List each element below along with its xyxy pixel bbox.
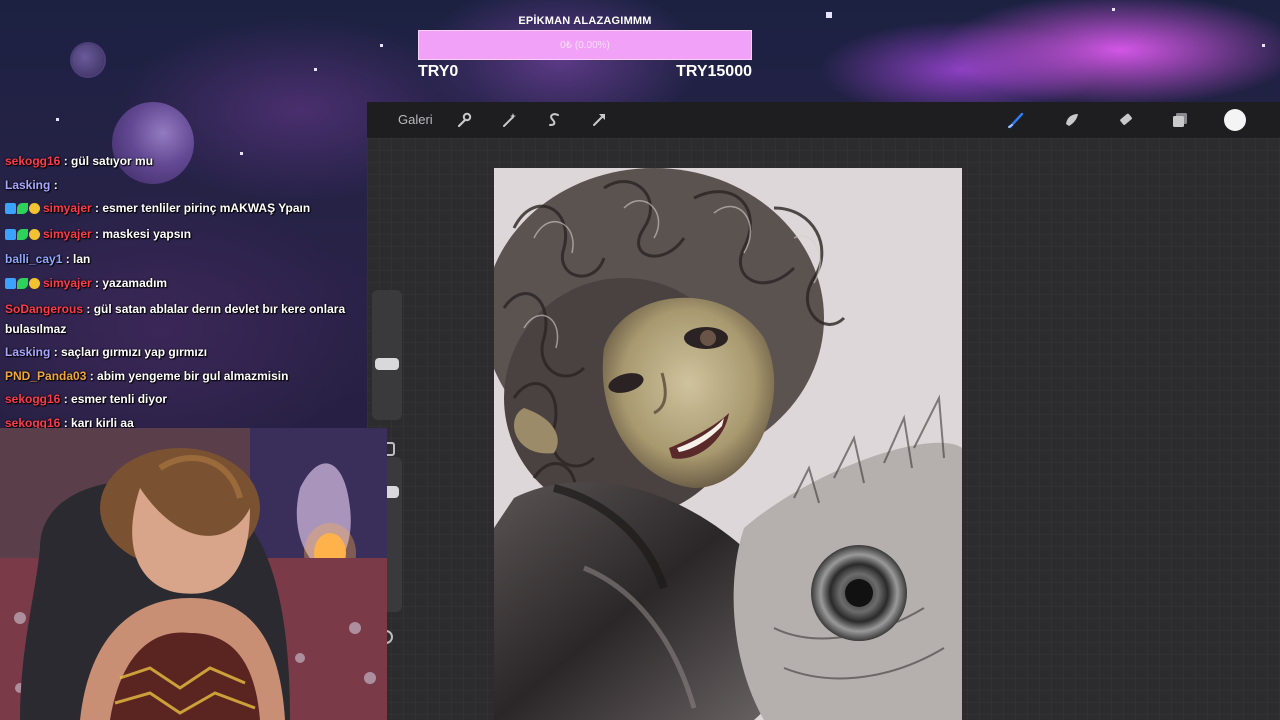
- bits-badge-icon: [29, 203, 40, 214]
- brush-size-slider[interactable]: [372, 290, 402, 420]
- goal-progress-bar: 0₺ (0.00%): [418, 30, 752, 60]
- chat-username[interactable]: Lasking: [5, 178, 50, 192]
- chat-message-text: : lan: [65, 252, 91, 266]
- chat-username[interactable]: sekogg16: [5, 392, 60, 406]
- bits-badge-icon: [29, 277, 40, 289]
- goal-progress-text: 0₺ (0.00%): [560, 40, 610, 51]
- star: [826, 12, 832, 18]
- chat-message: simyajer : yazamadım: [0, 272, 360, 298]
- chat-username[interactable]: PND_Panda03: [5, 369, 86, 383]
- chat-badges: [5, 225, 41, 249]
- chat-message-text: : maskesi yapsın: [95, 226, 192, 241]
- chat-username[interactable]: balli_cay1: [5, 252, 62, 266]
- goal-max-label: TRY15000: [676, 63, 752, 80]
- color-picker-swatch[interactable]: [1224, 109, 1246, 131]
- eraser-icon[interactable]: [1117, 111, 1135, 129]
- webcam-image: [0, 428, 387, 720]
- artwork-canvas[interactable]: [494, 168, 962, 720]
- subscriber-badge-icon: [5, 203, 16, 214]
- bits-badge-icon: [29, 228, 40, 240]
- chat-message-text: :: [53, 177, 58, 192]
- brush-icon[interactable]: [1007, 111, 1025, 129]
- chat-username[interactable]: Lasking: [5, 345, 50, 359]
- brush-size-thumb[interactable]: [375, 358, 399, 371]
- wrench-icon[interactable]: [455, 111, 473, 129]
- chat-username[interactable]: simyajer: [43, 276, 92, 290]
- artwork-illustration: [494, 168, 962, 720]
- gift-badge-icon: [17, 203, 28, 214]
- chat-message: PND_Panda03 : abim yengeme bir gul almaz…: [0, 365, 360, 389]
- chat-badges: [5, 274, 41, 298]
- layers-icon[interactable]: [1171, 111, 1189, 129]
- gallery-button[interactable]: Galeri: [398, 112, 433, 127]
- star: [314, 68, 317, 71]
- chat-username[interactable]: sekogg16: [5, 154, 60, 168]
- subscriber-badge-icon: [5, 277, 16, 289]
- star: [1262, 44, 1265, 47]
- star: [380, 44, 383, 47]
- chat-username[interactable]: simyajer: [43, 201, 92, 215]
- chat-message-text: : esmer tenli diyor: [63, 392, 168, 406]
- chat-message: simyajer : maskesi yapsın: [0, 223, 360, 249]
- chat-message: sekogg16 : gül satıyor mu: [0, 150, 360, 174]
- smudge-icon[interactable]: [1063, 111, 1081, 129]
- chat-message: balli_cay1 : lan: [0, 248, 360, 272]
- chat-message-text: : abim yengeme bir gul almazmisin: [89, 368, 289, 383]
- chat-panel: sekogg16 : gül satıyor mu Lasking : simya…: [0, 150, 360, 435]
- chat-message: SoDangerous : gül satan ablalar derın de…: [0, 297, 360, 341]
- star: [56, 118, 59, 121]
- chat-badges: [5, 199, 41, 223]
- chat-username[interactable]: SoDangerous: [5, 302, 83, 316]
- goal-title: EPİKMAN ALAZAGIMMM: [518, 15, 652, 27]
- gift-badge-icon: [17, 277, 28, 289]
- transform-arrow-icon[interactable]: [590, 111, 608, 129]
- goal-min-label: TRY0: [418, 63, 459, 80]
- magic-wand-icon[interactable]: [500, 111, 518, 129]
- chat-username[interactable]: simyajer: [43, 227, 92, 241]
- star: [1112, 8, 1115, 11]
- gift-badge-icon: [17, 228, 28, 240]
- selection-s-icon[interactable]: [545, 111, 563, 129]
- chat-message-text: : esmer tenliler pirinç mAKWAŞ Ypaın: [95, 201, 311, 215]
- small-planet: [72, 44, 104, 76]
- app-toolbar: Galeri: [367, 102, 1280, 138]
- subscriber-badge-icon: [5, 228, 16, 240]
- chat-message-text: : gül satıyor mu: [63, 154, 154, 168]
- chat-message-text: : saçları gırmızı yap gırmızı: [53, 345, 208, 359]
- chat-message: sekogg16 : esmer tenli diyor: [0, 388, 360, 412]
- chat-message: simyajer : esmer tenliler pirinç mAKWAŞ …: [0, 197, 360, 223]
- chat-message-text: : yazamadım: [95, 275, 168, 290]
- chat-message: Lasking :: [0, 174, 360, 198]
- chat-message: Lasking : saçları gırmızı yap gırmızı: [0, 341, 360, 365]
- webcam-feed: [0, 428, 387, 720]
